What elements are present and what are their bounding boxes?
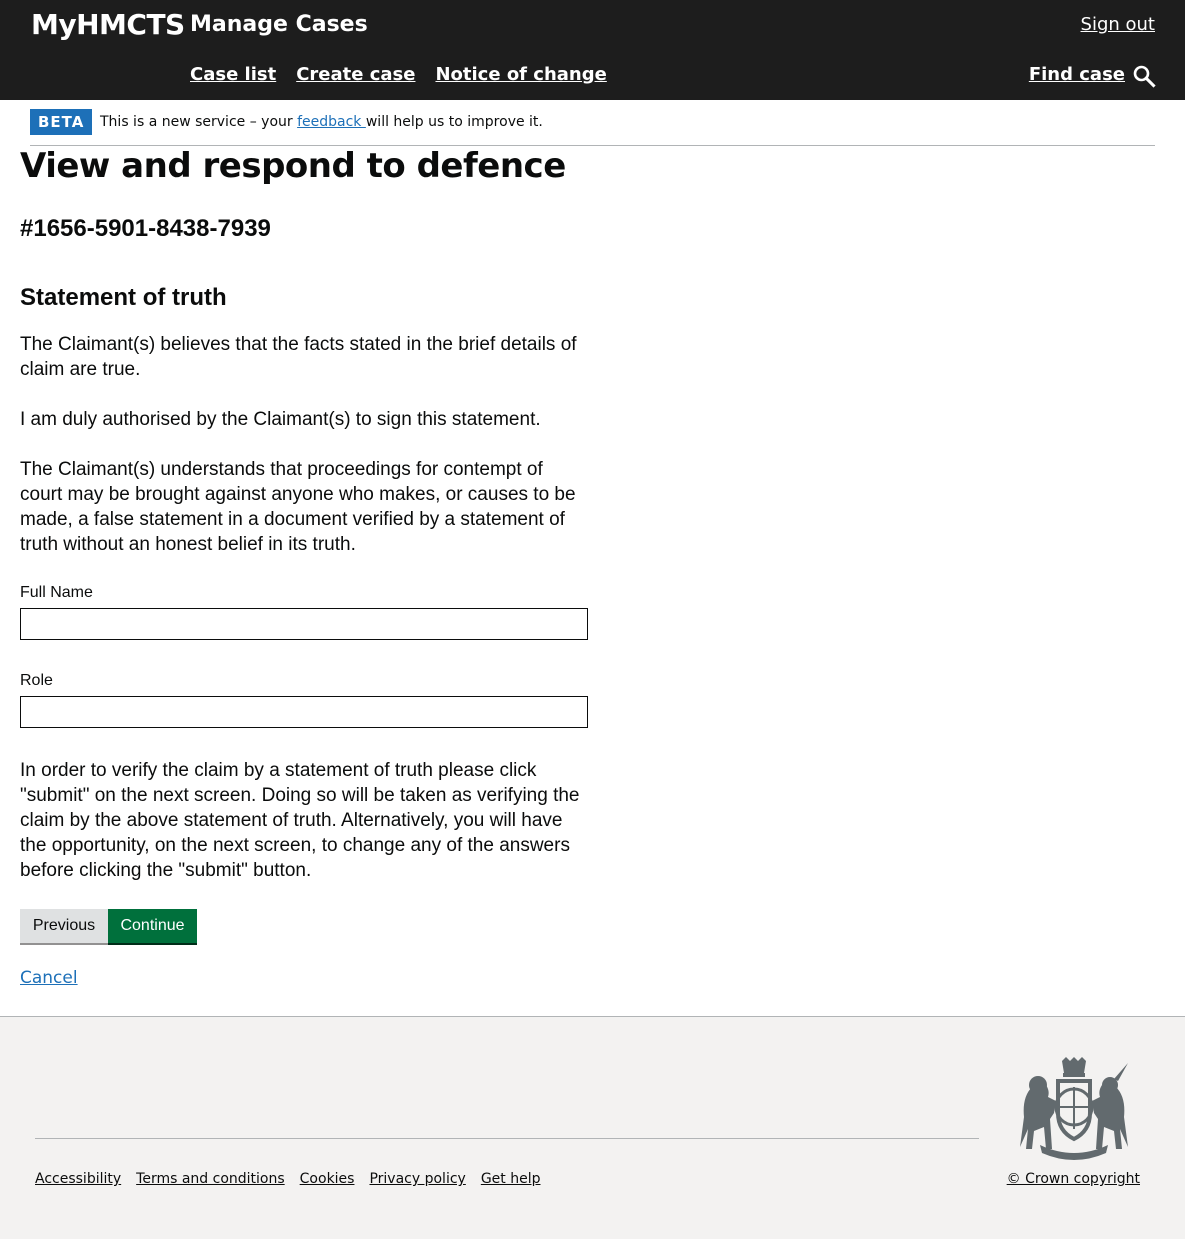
crown-copyright-link[interactable]: © Crown copyright [1007, 1168, 1140, 1190]
feedback-link[interactable]: feedback [297, 114, 366, 130]
phase-banner: BETA This is a new service – your feedba… [30, 100, 1155, 146]
verification-instruction: In order to verify the claim by a statem… [20, 760, 580, 881]
full-name-input[interactable] [20, 608, 588, 640]
nav-case-list[interactable]: Case list [190, 62, 276, 88]
phase-text-before: This is a new service – your [100, 114, 298, 130]
role-label: Role [20, 672, 53, 689]
nav-notice-of-change[interactable]: Notice of change [435, 62, 606, 88]
cancel-link[interactable]: Cancel [20, 966, 78, 990]
footer-divider [35, 1138, 979, 1139]
sign-out-link[interactable]: Sign out [1081, 12, 1155, 38]
full-name-label: Full Name [20, 584, 93, 601]
footer-link-accessibility[interactable]: Accessibility [35, 1168, 121, 1190]
beta-tag: BETA [30, 109, 93, 135]
footer-links: Accessibility Terms and conditions Cooki… [35, 1168, 541, 1190]
previous-button[interactable]: Previous [20, 909, 108, 943]
case-reference: #1656-5901-8438-7939 [20, 215, 271, 242]
page-title: View and respond to defence [20, 146, 566, 186]
footer-link-privacy[interactable]: Privacy policy [369, 1168, 465, 1190]
royal-crest-icon [1020, 1057, 1128, 1160]
service-name[interactable]: Manage Cases [190, 9, 368, 41]
continue-button[interactable]: Continue [108, 909, 197, 943]
phase-banner-text: This is a new service – your feedback wi… [100, 112, 543, 132]
phase-text-after: will help us to improve it. [365, 114, 543, 130]
footer-link-terms[interactable]: Terms and conditions [136, 1168, 285, 1190]
site-header: MyHMCTS Manage Cases Sign out Case list … [0, 0, 1185, 100]
role-input[interactable] [20, 696, 588, 728]
section-heading: Statement of truth [20, 284, 227, 311]
statement-paragraph-authorised: I am duly authorised by the Claimant(s) … [20, 409, 541, 430]
footer-link-cookies[interactable]: Cookies [300, 1168, 355, 1190]
search-icon[interactable] [1132, 64, 1156, 88]
footer-link-get-help[interactable]: Get help [481, 1168, 541, 1190]
site-footer: Accessibility Terms and conditions Cooki… [0, 1016, 1185, 1239]
find-case-link[interactable]: Find case [1029, 62, 1125, 88]
nav-create-case[interactable]: Create case [296, 62, 415, 88]
primary-nav: Case list Create case Notice of change [190, 62, 607, 88]
statement-paragraph-contempt: The Claimant(s) understands that proceed… [20, 459, 576, 555]
statement-paragraph-belief: The Claimant(s) believes that the facts … [20, 334, 577, 380]
brand-logo[interactable]: MyHMCTS [31, 8, 185, 42]
